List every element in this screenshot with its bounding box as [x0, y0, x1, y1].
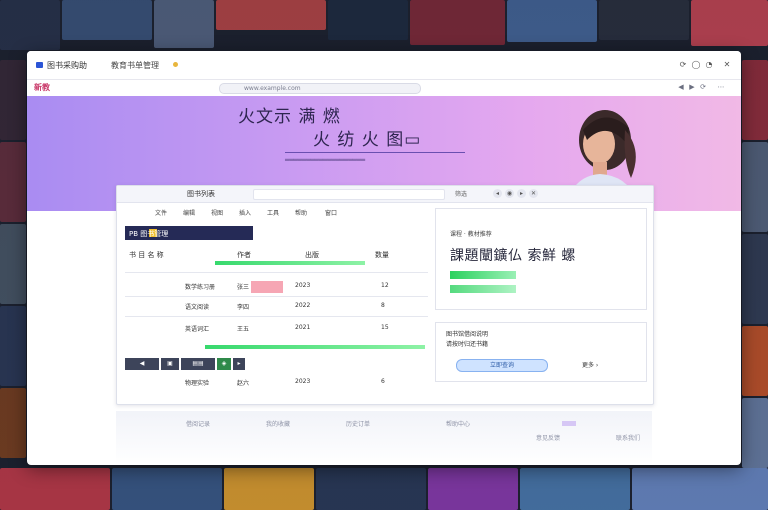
menu-insert[interactable]: 插入 — [239, 208, 251, 217]
pie-icon[interactable]: ◔ — [704, 60, 714, 70]
row-highlight-chip — [251, 281, 283, 293]
tab-active[interactable]: 教育书单管理 — [111, 60, 159, 71]
table-row[interactable]: 英语词汇 王五 2021 15 — [125, 322, 428, 336]
menu-tools[interactable]: 工具 — [267, 208, 279, 217]
grid-view-button[interactable]: ▣ — [161, 358, 179, 370]
next-icon[interactable]: ▸ — [517, 189, 526, 198]
lower-link-4[interactable]: 帮助中心 — [446, 419, 470, 428]
hero-subtitle: 火 纺 火 图▭ — [313, 130, 422, 150]
dark-tab-bar[interactable]: PB 图书管理 — [125, 226, 253, 240]
app-card: 图书列表 筛选 ◂ ◉ ▸ ✕ 文件 编辑 视图 插入 工具 帮助 窗口 PB … — [116, 185, 654, 405]
card-close-icon[interactable]: ✕ — [529, 189, 538, 198]
lower-link-1[interactable]: 借阅记录 — [186, 419, 210, 428]
borrow-line-2: 请按时归还书籍 — [446, 341, 489, 348]
card-search-input[interactable] — [253, 189, 445, 200]
col-author-header: 作者 — [237, 251, 251, 259]
more-icon[interactable]: ⋯ — [717, 83, 725, 91]
hero-title: 火文示 满 燃 — [238, 107, 341, 127]
menu-help[interactable]: 帮助 — [295, 208, 307, 217]
more-link[interactable]: 更多 › — [582, 360, 598, 369]
url-bar[interactable]: www.example.com — [219, 83, 421, 94]
table-row[interactable]: 语文阅读 李四 2022 8 — [125, 300, 428, 314]
prev-icon[interactable]: ◂ — [493, 189, 502, 198]
col-publish-header: 出版 — [305, 251, 319, 259]
menu-file[interactable]: 文件 — [155, 208, 167, 217]
forward-icon[interactable]: ▶ — [688, 83, 696, 91]
lower-tag-chip — [562, 421, 576, 426]
recommend-title: 課題闡鑛仏 索鮮 螺 — [450, 248, 576, 264]
tab-status-dot-icon — [173, 62, 178, 67]
nav-prev-button[interactable]: ◀ — [125, 358, 159, 370]
header-progress-bar — [215, 261, 365, 265]
hero-tagline: ═══════════════════ — [285, 156, 366, 164]
card-title: 图书列表 — [187, 190, 215, 198]
menu-toolbar: 文件 编辑 视图 插入 工具 帮助 窗口 — [125, 208, 428, 218]
borrow-info-panel: 图书馆借阅说明 请按时归还书籍 立即查询 更多 › — [435, 322, 647, 382]
col-name-header: 书 目 名 称 — [129, 251, 164, 259]
record-icon[interactable]: ◉ — [505, 189, 514, 198]
reload-icon[interactable]: ⟳ — [699, 83, 707, 91]
lower-link-3[interactable]: 历史订单 — [346, 419, 370, 428]
lower-link-2[interactable]: 我的收藏 — [266, 419, 290, 428]
refresh-icon[interactable]: ⟳ — [678, 60, 688, 70]
lower-link-6[interactable]: 联系我们 — [616, 433, 640, 442]
recommend-bar-1 — [450, 271, 516, 279]
row-progress-bar — [205, 345, 425, 349]
borrow-line-1: 图书馆借阅说明 — [446, 331, 489, 338]
menu-edit[interactable]: 编辑 — [183, 208, 195, 217]
close-icon[interactable]: ✕ — [722, 60, 732, 70]
app-logo-icon — [36, 62, 43, 68]
nav-next-button[interactable]: ▸ — [233, 358, 245, 370]
circle-icon[interactable]: ◯ — [691, 60, 701, 70]
filter-label[interactable]: 筛选 — [455, 189, 467, 198]
card-header: 图书列表 筛选 ◂ ◉ ▸ ✕ — [117, 186, 653, 203]
title-bar: 图书采购助 教育书单管理 ⟳ ◯ ◔ ✕ — [27, 51, 741, 80]
dark-tab-label: PB 图书管理 — [129, 230, 169, 238]
url-text: www.example.com — [244, 85, 301, 92]
nav-bar: 新教 www.example.com ◀ ▶ ⟳ ⋯ — [27, 80, 741, 96]
menu-view[interactable]: 视图 — [211, 208, 223, 217]
lower-link-5[interactable]: 意见反馈 — [536, 433, 560, 442]
list-view-button[interactable]: ▤▤ — [181, 358, 215, 370]
back-icon[interactable]: ◀ — [677, 83, 685, 91]
app-title: 图书采购助 — [47, 61, 87, 70]
hero-divider — [285, 152, 465, 153]
tag-button[interactable]: ◈ — [217, 358, 231, 370]
book-list-panel: 文件 编辑 视图 插入 工具 帮助 窗口 PB 图书管理 书 目 名 称 作者 … — [125, 208, 428, 402]
menu-window[interactable]: 窗口 — [325, 208, 337, 217]
col-qty-header: 数量 — [375, 251, 389, 259]
recommend-label: 课程 · 教材推荐 — [450, 231, 492, 238]
app-window: 图书采购助 教育书单管理 ⟳ ◯ ◔ ✕ 新教 www.example.com … — [27, 51, 741, 465]
recommend-bar-2 — [450, 285, 516, 293]
recommend-panel: 课程 · 教材推荐 課題闡鑛仏 索鮮 螺 — [435, 208, 647, 310]
lower-section: 借阅记录 我的收藏 历史订单 帮助中心 意见反馈 联系我们 — [116, 411, 652, 465]
brand-label[interactable]: 新教 — [34, 82, 50, 93]
table-header-row: 书 目 名 称 作者 出版 数量 — [125, 248, 428, 262]
table-row[interactable]: 物理实验 赵六 2023 6 — [125, 376, 428, 390]
query-button[interactable]: 立即查询 — [456, 359, 548, 372]
